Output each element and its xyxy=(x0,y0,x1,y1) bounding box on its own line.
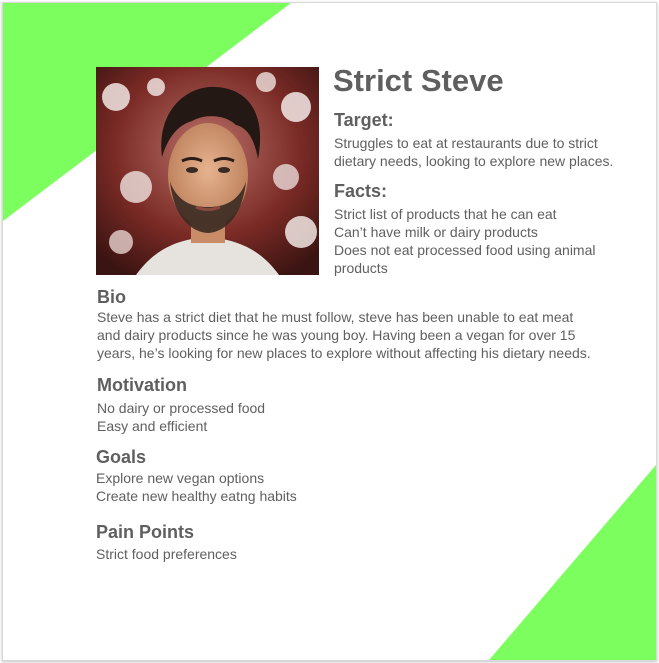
target-line: Struggles to eat at restaurants due to s… xyxy=(334,135,598,151)
persona-card: Strict Steve Target: Struggles to eat at… xyxy=(2,2,657,661)
facts-text: Strict list of products that he can eat … xyxy=(334,205,596,277)
pain-points-text: Strict food preferences xyxy=(96,545,237,563)
goals-heading: Goals xyxy=(96,447,147,467)
target-heading: Target: xyxy=(334,110,394,130)
portrait-photo-icon xyxy=(96,67,319,275)
bottom-right-green-triangle xyxy=(489,465,656,660)
facts-heading: Facts: xyxy=(334,181,388,201)
bio-line: Steve has a strict diet that he must fol… xyxy=(97,309,574,325)
facts-line: Strict list of products that he can eat xyxy=(334,206,557,222)
bio-heading: Bio xyxy=(97,287,126,307)
target-line: dietary needs, looking to explore new pl… xyxy=(334,153,614,169)
bio-text: Steve has a strict diet that he must fol… xyxy=(97,308,591,362)
pain-points-heading: Pain Points xyxy=(96,522,195,542)
persona-name: Strict Steve xyxy=(333,63,504,98)
persona-photo xyxy=(96,67,319,275)
facts-line: Does not eat processed food using animal xyxy=(334,242,596,258)
motivation-line: Easy and efficient xyxy=(97,418,208,434)
facts-line: Can’t have milk or dairy products xyxy=(334,224,538,240)
bio-line: years, he’s looking for new places to ex… xyxy=(97,345,591,361)
motivation-text: No dairy or processed food Easy and effi… xyxy=(97,399,265,435)
goals-text: Explore new vegan options Create new hea… xyxy=(96,469,297,505)
motivation-line: No dairy or processed food xyxy=(97,400,266,416)
goals-line: Explore new vegan options xyxy=(96,470,265,486)
target-text: Struggles to eat at restaurants due to s… xyxy=(334,134,613,170)
bio-line: and dairy products since he was young bo… xyxy=(97,327,576,343)
facts-line: products xyxy=(334,260,388,276)
motivation-heading: Motivation xyxy=(97,375,187,395)
pain-points-line: Strict food preferences xyxy=(96,546,237,562)
goals-line: Create new healthy eatng habits xyxy=(96,488,297,504)
